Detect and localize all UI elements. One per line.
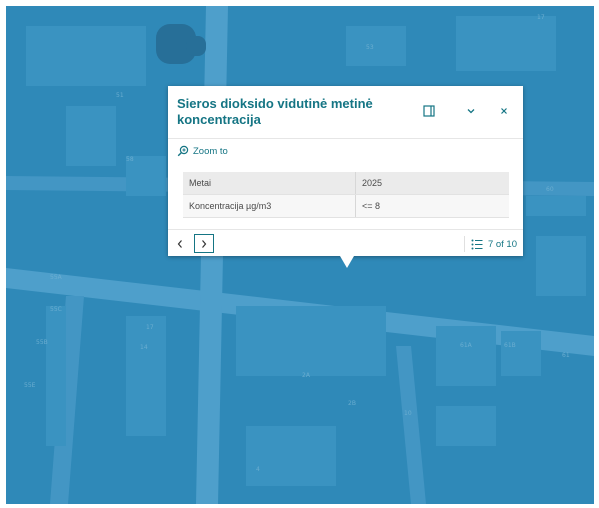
previous-feature-button[interactable] <box>170 234 190 253</box>
zoom-to-label: Zoom to <box>193 145 228 157</box>
building-label: 58 <box>126 156 134 163</box>
dock-button[interactable] <box>418 100 440 122</box>
dock-icon <box>423 105 435 117</box>
list-icon <box>471 239 483 249</box>
building-label: 4 <box>256 466 260 473</box>
popup-footer: 7 of 10 <box>168 229 523 257</box>
building-label: 51 <box>116 92 124 99</box>
table-row: Koncentracija µg/m3 <= 8 <box>183 194 509 218</box>
popup-header: Sieros dioksido vidutinė metinė koncentr… <box>168 86 523 139</box>
zoom-to-button[interactable]: Zoom to <box>177 143 228 159</box>
building-label: 14 <box>140 344 148 351</box>
field-name: Koncentracija µg/m3 <box>183 194 356 218</box>
building-label: 10 <box>404 410 412 417</box>
chevron-left-icon <box>177 239 182 248</box>
building-label: 55E <box>24 382 36 389</box>
building-label: 2A <box>302 372 310 379</box>
collapse-button[interactable] <box>460 100 482 122</box>
attribute-table: Metai 2025 Koncentracija µg/m3 <= 8 <box>183 172 509 218</box>
close-button[interactable] <box>493 100 515 122</box>
building-label: 55A <box>50 274 62 281</box>
building-label: 61B <box>504 342 516 349</box>
popup-pointer <box>340 256 354 268</box>
building-label: 55B <box>36 339 48 346</box>
building-label: 55C <box>50 306 62 313</box>
building-label: 60 <box>546 186 554 193</box>
building-label: 53 <box>366 44 374 51</box>
feature-list-button[interactable]: 7 of 10 <box>463 236 517 252</box>
table-row: Metai 2025 <box>183 172 509 195</box>
chevron-down-icon <box>467 109 475 114</box>
building-label: 17 <box>146 324 154 331</box>
popup-title: Sieros dioksido vidutinė metinė koncentr… <box>177 96 373 127</box>
feature-popup: Sieros dioksido vidutinė metinė koncentr… <box>168 86 523 256</box>
building-label: 2B <box>348 400 356 407</box>
building-label: 61 <box>562 352 570 359</box>
field-name: Metai <box>183 172 356 195</box>
pagination-label: 7 of 10 <box>487 238 517 250</box>
next-feature-button[interactable] <box>194 234 214 253</box>
building-label: 17 <box>537 14 545 21</box>
close-icon <box>501 108 507 114</box>
chevron-right-icon <box>202 239 207 248</box>
building-label: 61A <box>460 342 472 349</box>
zoom-in-icon <box>177 145 189 157</box>
field-value: <= 8 <box>355 194 509 218</box>
field-value: 2025 <box>355 172 509 195</box>
